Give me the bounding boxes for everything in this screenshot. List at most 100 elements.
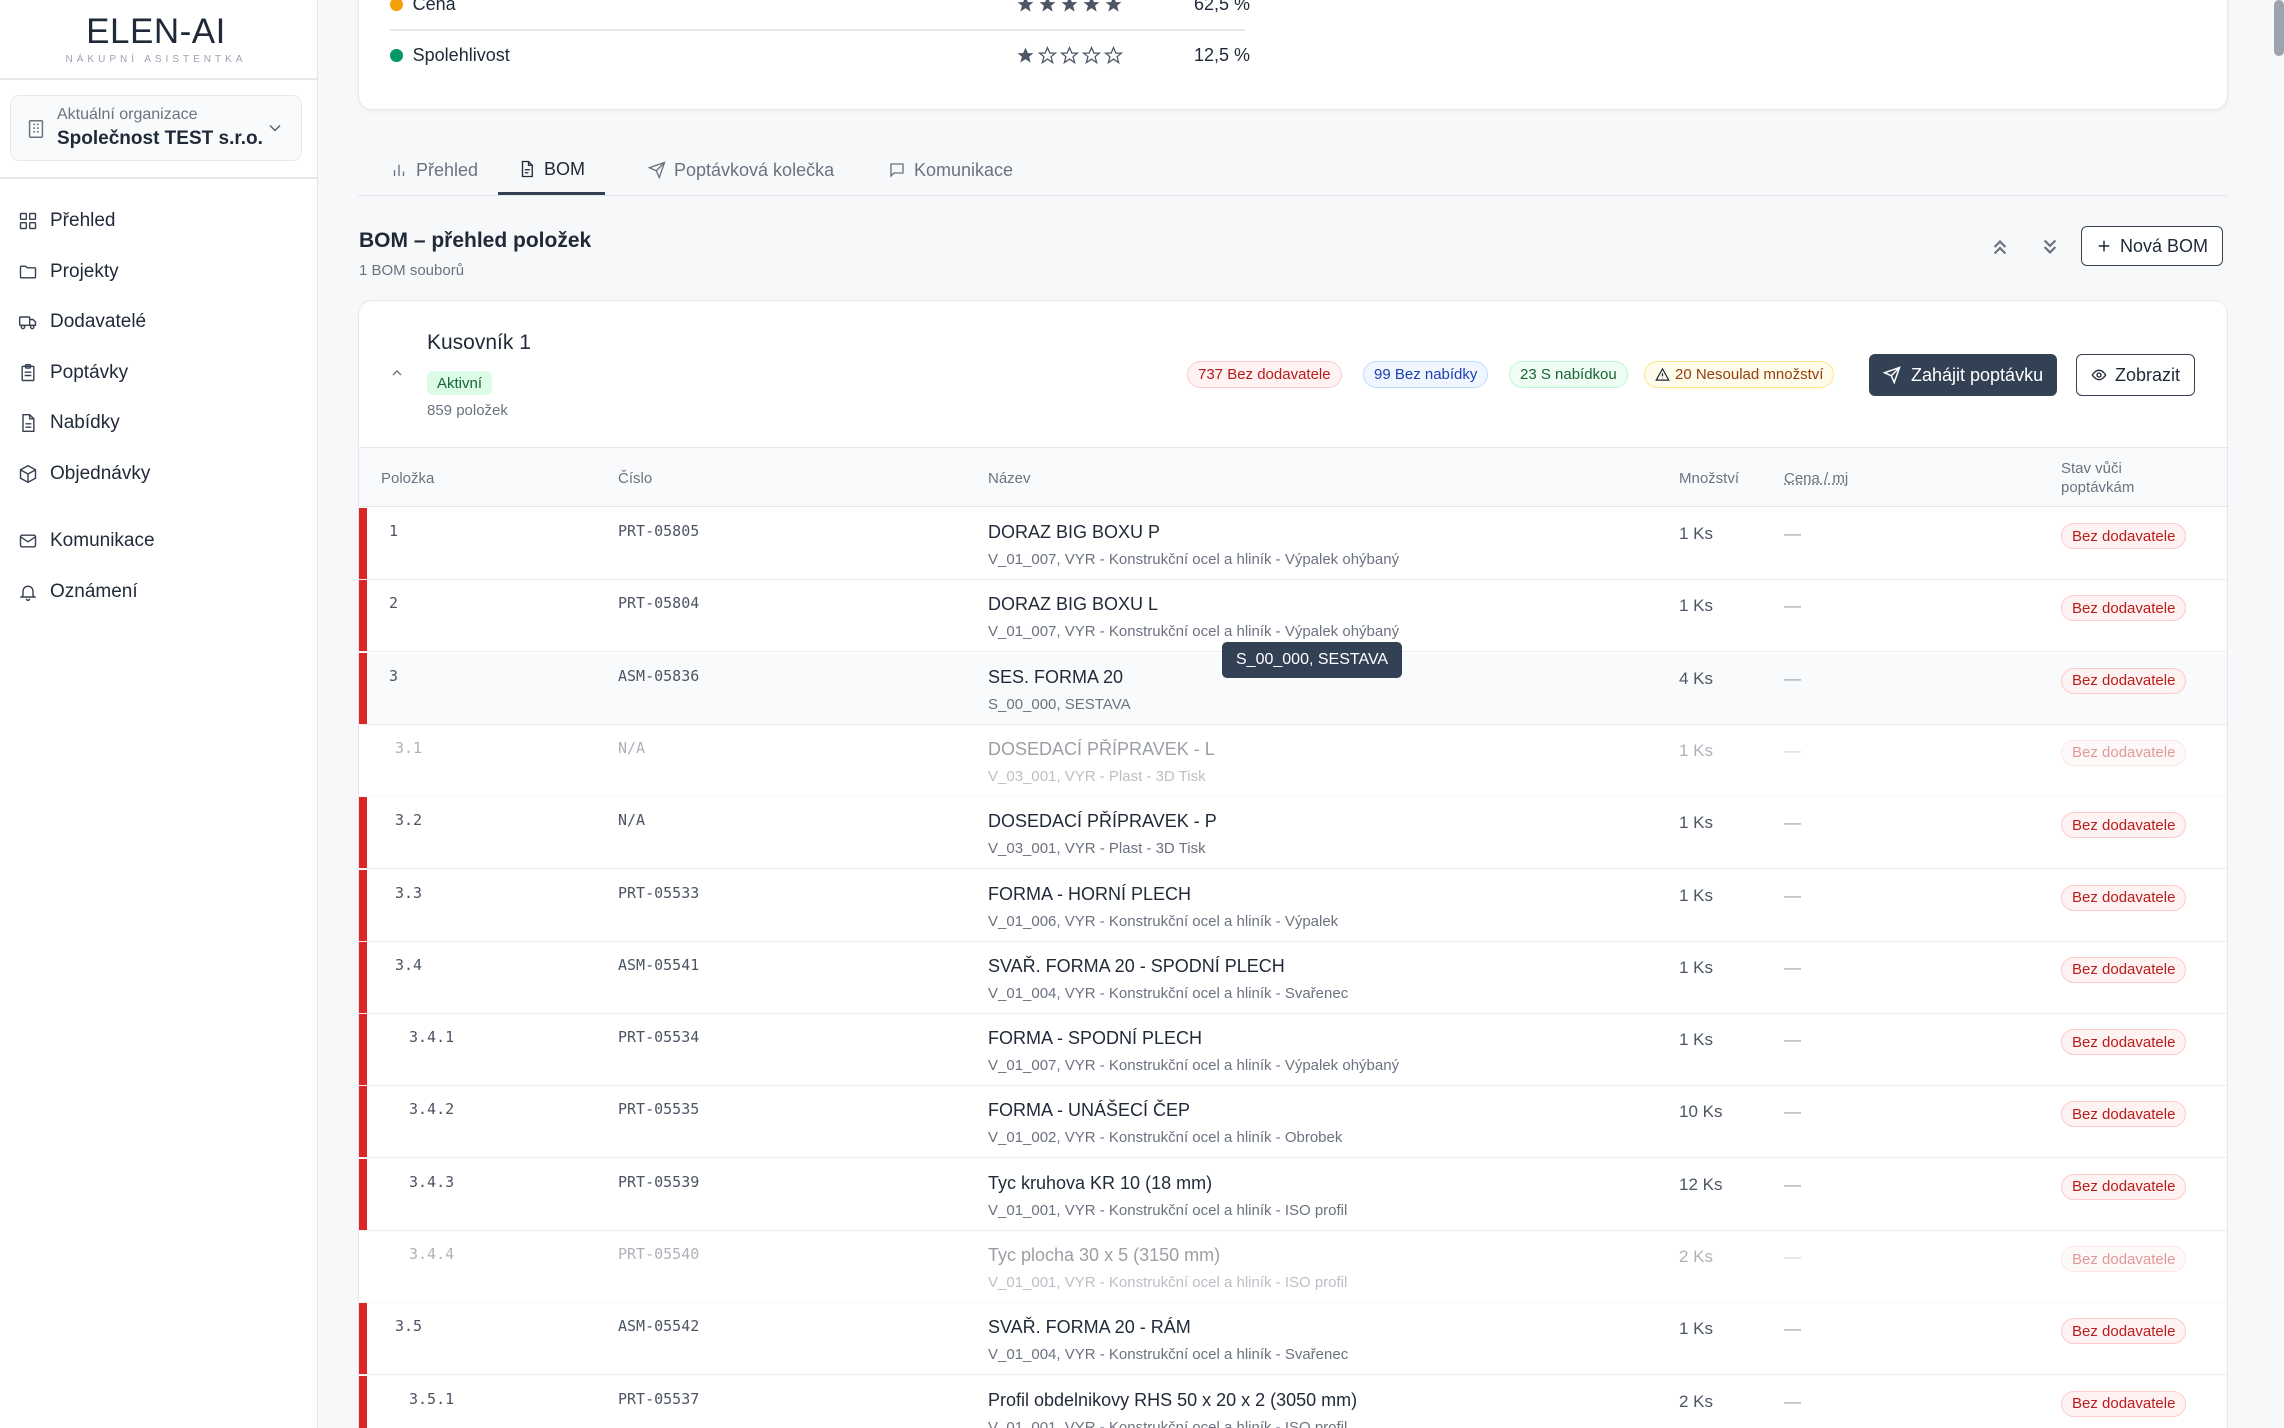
cell-name: FORMA - HORNÍ PLECH (988, 883, 1192, 904)
cell-number: PRT-05540 (618, 1245, 700, 1263)
new-bom-button[interactable]: Nová BOM (2081, 226, 2224, 266)
brand-logo[interactable]: ELEN-AI NÁKUPNÍ ASISTENTKA (0, 12, 312, 65)
pill-s-nabidkou[interactable]: 23 S nabídkou (1509, 361, 1628, 388)
pill-nesoulad-mnozstvi[interactable]: 20 Nesoulad množství (1644, 361, 1835, 388)
criteria-value: 62,5 % (1193, 0, 1250, 14)
column-header-cislo[interactable]: Číslo (618, 448, 652, 508)
column-header-stav[interactable]: Stav vůči poptávkám (2061, 448, 2171, 508)
button-label: Zahájit poptávku (1911, 364, 2044, 385)
table-row[interactable]: 3.2 N/A DOSEDACÍ PŘÍPRAVEK - P V_03_001, VY… (359, 797, 2227, 870)
cell-number: PRT-05804 (618, 594, 700, 613)
pill-label: 737 Bez dodavatele (1198, 366, 1331, 383)
nav-item-poptavky[interactable]: Poptávky (18, 356, 128, 390)
table-row[interactable]: 3.4.1 PRT-05534 FORMA - SPODNÍ PLECH V_01_0… (359, 1014, 2227, 1087)
cell-number: PRT-05534 (618, 1028, 700, 1047)
column-header-polozka[interactable]: Položka (381, 448, 434, 508)
column-header-nazev[interactable]: Název (988, 448, 1031, 508)
page-title: BOM – přehled položek (359, 229, 592, 252)
cell-name: Profil obdelnikovy RHS 50 x 20 x 2 (3050… (988, 1389, 1358, 1410)
nav-item-prehled[interactable]: Přehled (18, 204, 116, 238)
tab-bom[interactable]: BOM (498, 146, 606, 195)
scrollbar[interactable] (2274, 0, 2284, 56)
cell-number: PRT-05533 (618, 883, 700, 902)
status-indicator-bar (359, 580, 367, 652)
nav-item-oznameni[interactable]: Oznámení (18, 575, 138, 609)
organization-switcher[interactable]: Aktuální organizace Společnost TEST s.r.… (10, 95, 302, 161)
nav-label: Oznámení (50, 581, 138, 602)
collapse-all-icon[interactable] (1987, 234, 2013, 260)
cell-name: SVAŘ. FORMA 20 - SPODNÍ PLECH (988, 955, 1285, 976)
cell-quantity: 4 Ks (1679, 668, 1714, 688)
tooltip: S_00_000, SESTAVA (1222, 642, 1403, 678)
status-indicator-bar (359, 508, 367, 579)
cell-quantity: 1 Ks (1679, 596, 1714, 616)
tab-poptavkova-kolecka[interactable]: Poptávková kolečka (628, 146, 854, 194)
nav-item-komunikace[interactable]: Komunikace (18, 524, 155, 558)
nav-label: Poptávky (50, 362, 129, 383)
status-dot (390, 48, 403, 62)
brand-subtitle: NÁKUPNÍ ASISTENTKA (65, 54, 247, 65)
column-header-mnozstvi[interactable]: Množství (1679, 448, 1739, 508)
cell-name: DORAZ BIG BOXU L (988, 594, 1159, 615)
table-row[interactable]: 3.4 ASM-05541 SVAŘ. FORMA 20 - SPODNÍ PLEC… (359, 941, 2227, 1014)
star-filled-icon (1017, 0, 1034, 12)
nav-item-dodavatele[interactable]: Dodavatelé (18, 305, 146, 339)
expand-all-icon[interactable] (2037, 234, 2063, 260)
cell-price: — (1784, 740, 1801, 760)
cell-description: V_03_001, VYR - Plast - 3D Tisk (988, 840, 1206, 858)
cell-name: DOSEDACÍ PŘÍPRAVEK - P (988, 811, 1217, 832)
table-row[interactable]: 3.1 N/A DOSEDACÍ PŘÍPRAVEK - L V_03_001, VY… (359, 725, 2227, 797)
table-row[interactable]: 3.4.3 PRT-05539 Tyc kruhova KR 10 (18 mm) V… (359, 1158, 2227, 1231)
cell-price: — (1784, 524, 1801, 543)
cell-position: 3.4 (395, 955, 423, 974)
status-badge: Bez dodavatele (2061, 667, 2187, 694)
cell-price: — (1784, 1247, 1801, 1266)
status-badge: Bez dodavatele (2061, 884, 2187, 911)
cell-price: — (1784, 1319, 1801, 1339)
nav-label: Přehled (50, 210, 116, 231)
nav-item-nabidky[interactable]: Nabídky (18, 406, 120, 440)
cell-price: — (1784, 1174, 1801, 1194)
chevron-up-icon[interactable] (389, 365, 405, 381)
nav-item-projekty[interactable]: Projekty (18, 255, 119, 289)
folder-icon (19, 265, 37, 279)
cell-description: V_01_007, VYR - Konstrukční ocel a hliní… (988, 1057, 1400, 1075)
star-filled-icon (1017, 47, 1034, 63)
cell-position: 3.4.1 (409, 1028, 455, 1047)
nav-item-objednavky[interactable]: Objednávky (18, 457, 150, 491)
bar-chart-icon (393, 164, 405, 176)
star-outline-icon (1104, 45, 1124, 64)
cell-position: 3.4.3 (409, 1172, 455, 1191)
org-name: Společnost TEST s.r.o. (57, 128, 263, 149)
cell-description: V_01_001, VYR - Konstrukční ocel a hliní… (988, 1274, 1348, 1291)
cell-position: 3.4.4 (409, 1245, 455, 1263)
bell-icon (19, 585, 37, 601)
tab-komunikace[interactable]: Komunikace (868, 146, 1033, 194)
status-indicator-bar (359, 941, 367, 1013)
table-row[interactable]: 3.3 PRT-05533 FORMA - HORNÍ PLECH V_01_006,… (359, 869, 2227, 942)
table-row[interactable]: 3.4.2 PRT-05535 FORMA - UNÁŠECÍ ČEP V_01_00… (359, 1086, 2227, 1159)
star-outline-icon (1038, 45, 1058, 64)
status-badge: Bez dodavatele (2061, 1390, 2187, 1417)
tab-prehled[interactable]: Přehled (370, 146, 498, 194)
cell-description: V_03_001, VYR - Plast - 3D Tisk (988, 767, 1206, 785)
column-header-cena[interactable]: Cena / mj (1784, 448, 1848, 508)
table-row[interactable]: 3.4.4 PRT-05540 Tyc plocha 30 x 5 (3150 mm… (359, 1231, 2227, 1303)
divider (0, 78, 318, 80)
star-filled-icon (1083, 0, 1100, 12)
table-row[interactable]: 1 PRT-05805 DORAZ BIG BOXU P V_01_007, VYR … (359, 508, 2227, 580)
cell-position: 3 (389, 666, 399, 685)
criteria-value: 12,5 % (1193, 44, 1250, 65)
start-inquiry-button[interactable]: Zahájit poptávku (1869, 354, 2058, 396)
item-count: 859 položek (427, 402, 508, 419)
cell-quantity: 1 Ks (1679, 524, 1714, 543)
view-button[interactable]: Zobrazit (2076, 354, 2196, 396)
pill-label: 99 Bez nabídky (1374, 366, 1478, 383)
table-row[interactable]: 3.5.1 PRT-05537 Profil obdelnikovy RHS 50 … (359, 1375, 2227, 1428)
pill-bez-nabidky[interactable]: 99 Bez nabídky (1363, 361, 1489, 388)
table-row[interactable]: 3.5 ASM-05542 SVAŘ. FORMA 20 - RÁM V_01_004… (359, 1303, 2227, 1376)
cell-position: 3.3 (395, 883, 423, 902)
pill-bez-dodavatele[interactable]: 737 Bez dodavatele (1187, 361, 1342, 388)
status-dot (390, 0, 403, 11)
cell-description: V_01_002, VYR - Konstrukční ocel a hliní… (988, 1129, 1343, 1147)
